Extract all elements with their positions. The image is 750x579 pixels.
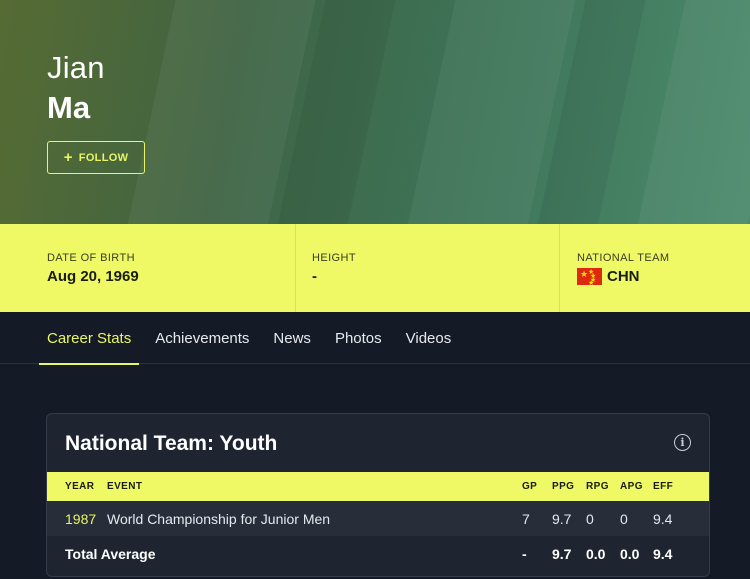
row-event: World Championship for Junior Men [107,510,331,527]
row-gp: 7 [522,510,530,527]
row-year-link[interactable]: 1987 [65,511,96,527]
national-team-value: ★ ★ ★ ★ ★ CHN [577,268,750,287]
player-first-name: Jian [47,50,105,85]
national-team-label: NATIONAL TEAM [577,252,670,264]
tab-news[interactable]: News [265,312,319,364]
follow-button[interactable]: + FOLLOW [47,141,145,174]
national-team-code: CHN [607,268,640,285]
stats-table-header: YEAR EVENT GP PPG RPG APG EFF [47,472,709,501]
height-cell: HEIGHT - [296,224,560,312]
total-label: Total Average [65,545,156,562]
stats-card: National Team: Youth i YEAR EVENT GP PPG… [46,413,710,577]
date-of-birth-label: DATE OF BIRTH [47,252,135,264]
tab-videos[interactable]: Videos [398,312,460,364]
date-of-birth-cell: DATE OF BIRTH Aug 20, 1969 [0,224,296,312]
follow-label: FOLLOW [78,151,129,164]
profile-tabs: Career Stats Achievements News Photos Vi… [0,312,750,365]
stats-card-title: National Team: Youth [65,432,278,455]
plus-icon: + [63,149,73,166]
table-total-row: Total Average - 9.7 0.0 0.0 9.4 [47,536,709,571]
player-hero-banner: Jian Ma + FOLLOW [0,0,750,224]
date-of-birth-value: Aug 20, 1969 [47,268,139,285]
row-ppg: 9.7 [552,510,572,527]
tab-photos[interactable]: Photos [327,312,390,364]
column-header-event: EVENT [107,481,143,492]
column-header-apg: APG [620,481,643,492]
table-row: 1987 World Championship for Junior Men 7… [47,501,709,536]
row-apg: 0 [620,510,628,527]
national-team-cell: NATIONAL TEAM ★ ★ ★ ★ ★ CHN [560,224,750,312]
player-last-name: Ma [47,90,91,125]
height-label: HEIGHT [312,252,356,264]
total-apg: 0.0 [620,545,640,562]
info-icon[interactable]: i [674,434,691,451]
player-info-bar: DATE OF BIRTH Aug 20, 1969 HEIGHT - NATI… [0,224,750,312]
column-header-gp: GP [522,481,538,492]
tab-career-stats[interactable]: Career Stats [39,312,140,365]
tab-achievements[interactable]: Achievements [147,312,257,364]
height-value: - [312,268,317,285]
total-eff: 9.4 [653,545,673,562]
total-ppg: 9.7 [552,545,572,562]
stats-table: YEAR EVENT GP PPG RPG APG EFF 1987 World… [47,472,709,571]
row-eff: 9.4 [653,510,673,527]
column-header-ppg: PPG [552,481,575,492]
total-gp: - [522,545,527,562]
column-header-eff: EFF [653,481,674,492]
row-rpg: 0 [586,510,594,527]
china-flag-icon: ★ ★ ★ ★ ★ [577,268,602,287]
column-header-rpg: RPG [586,481,609,492]
column-header-year: YEAR [65,481,95,492]
total-rpg: 0.0 [586,545,606,562]
